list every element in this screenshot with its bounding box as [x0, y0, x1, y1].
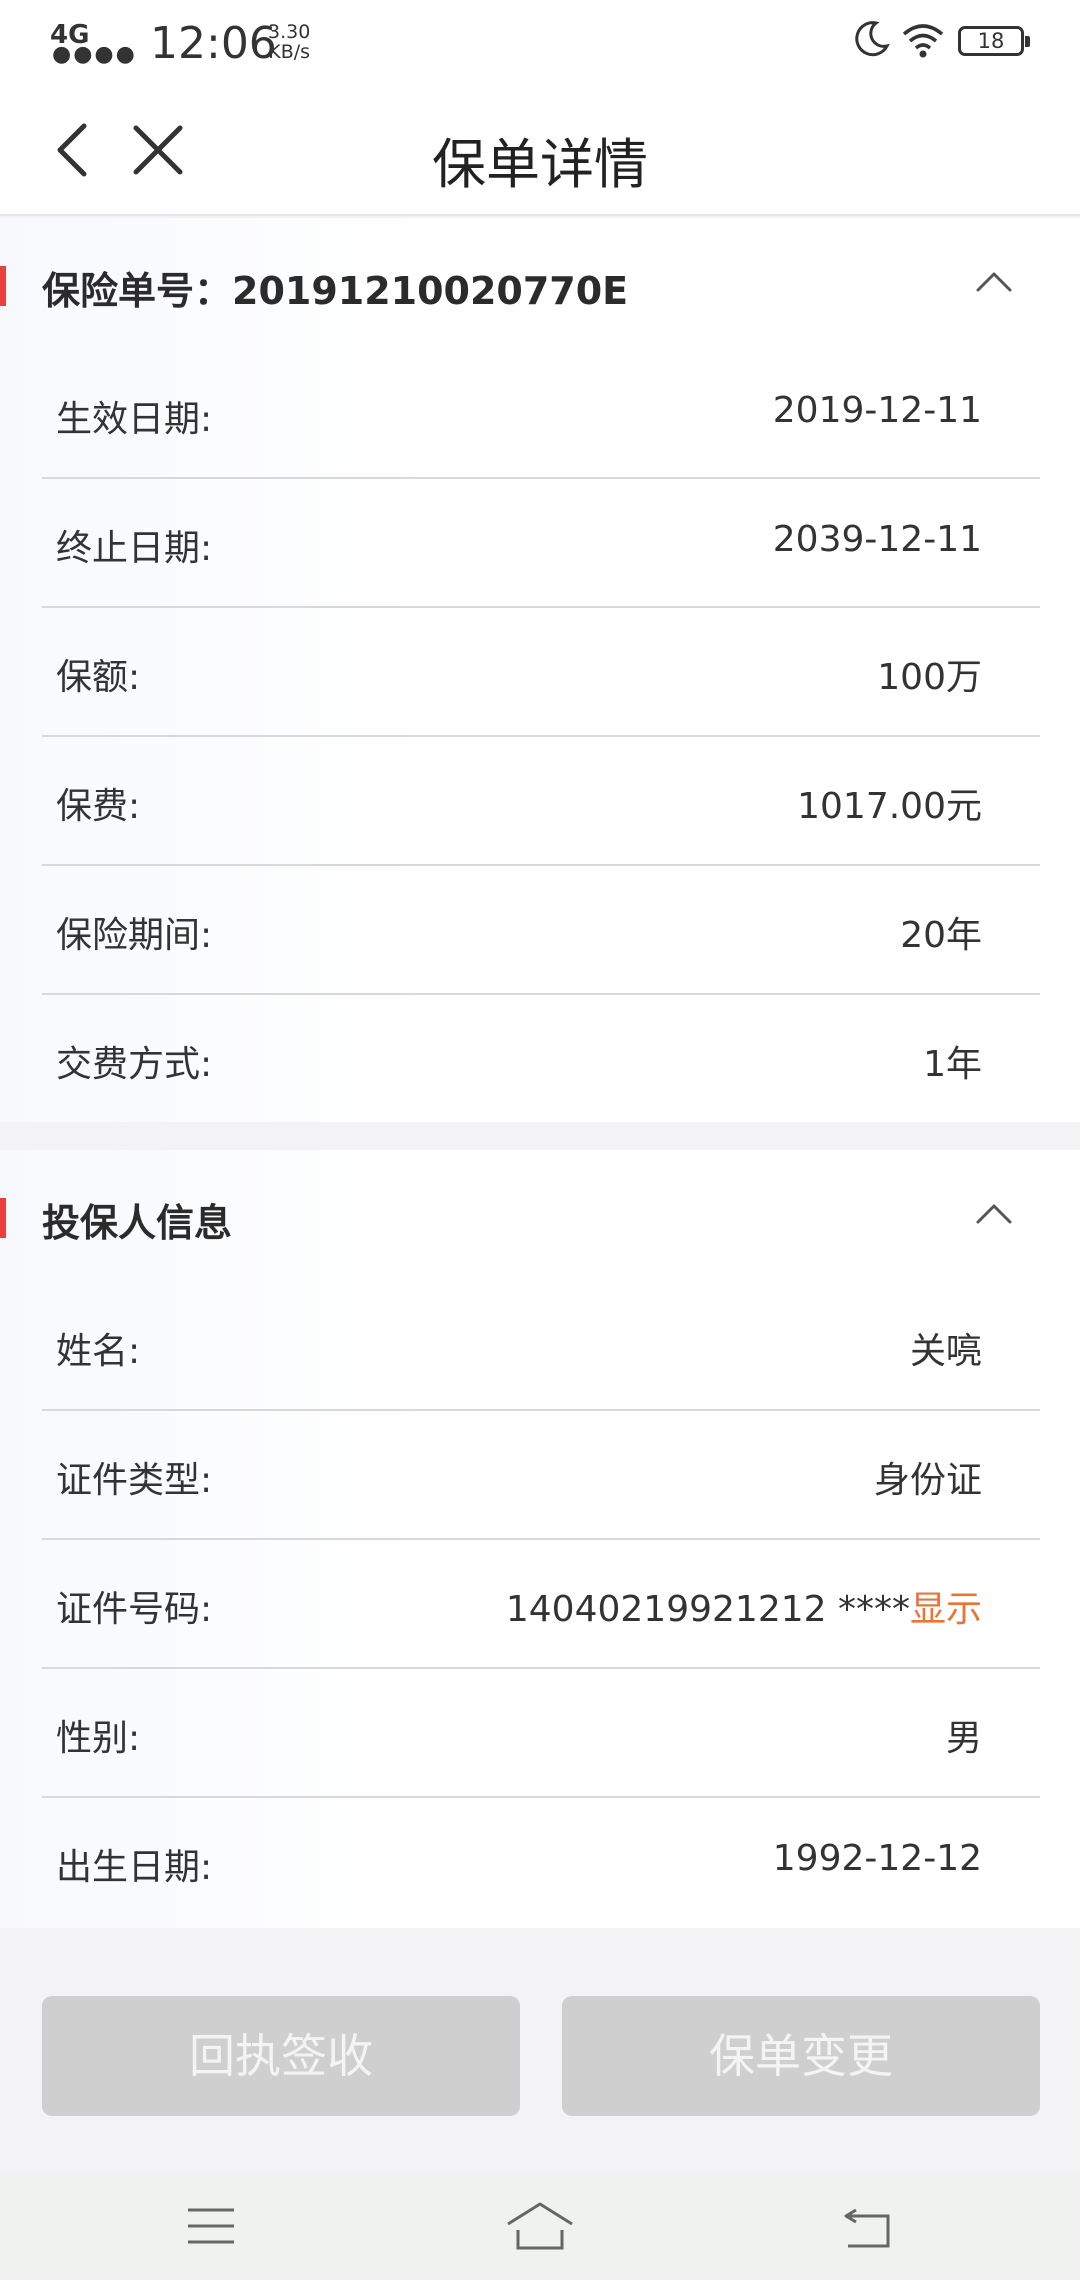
row-label: 证件类型: [56, 1460, 213, 1501]
row-value: 100万 [877, 657, 982, 698]
action-button-bar: 回执签收 保单变更 [0, 1956, 1080, 2168]
policy-number-title: 保险单号：20191210020770E [42, 269, 629, 313]
row-value: 男 [945, 1718, 982, 1759]
row-label: 保额: [56, 657, 141, 698]
home-icon[interactable] [504, 2200, 576, 2252]
row-value: 2039-12-11 [772, 519, 982, 560]
row-gender: 性别: 男 [42, 1669, 1040, 1798]
show-id-link[interactable]: 显示 [910, 1589, 982, 1630]
row-value: 1992-12-12 [772, 1838, 982, 1879]
row-value: 1年 [923, 1044, 982, 1085]
chevron-up-icon[interactable] [972, 262, 1016, 298]
row-end-date: 终止日期: 2039-12-11 [42, 479, 1040, 608]
row-id-type: 证件类型: 身份证 [42, 1411, 1040, 1540]
receipt-sign-button[interactable]: 回执签收 [42, 1996, 520, 2116]
battery-icon: 18 [958, 26, 1030, 56]
row-id-number: 证件号码: 14040219921212 ****显示 [42, 1540, 1040, 1669]
row-insurance-period: 保险期间: 20年 [42, 866, 1040, 995]
row-label: 保险期间: [56, 915, 213, 956]
row-label: 性别: [56, 1718, 141, 1759]
chevron-up-icon[interactable] [972, 1194, 1016, 1230]
row-label: 保费: [56, 786, 141, 827]
network-speed-value: 3.30 [268, 21, 311, 43]
holder-section-title: 投保人信息 [42, 1201, 233, 1245]
clock: 12:06 [150, 18, 277, 69]
row-payment-method: 交费方式: 1年 [42, 995, 1040, 1124]
row-label: 姓名: [56, 1331, 141, 1372]
page-title: 保单详情 [432, 133, 648, 196]
wifi-icon [902, 24, 944, 58]
row-effective-date: 生效日期: 2019-12-11 [42, 350, 1040, 479]
row-coverage-amount: 保额: 100万 [42, 608, 1040, 737]
row-birth-date: 出生日期: 1992-12-12 [42, 1798, 1040, 1927]
row-name: 姓名: 关喨 [42, 1282, 1040, 1411]
navigation-bar: 保单详情 [0, 88, 1080, 216]
policy-section-header[interactable]: 保险单号：20191210020770E [0, 218, 1080, 350]
row-label: 交费方式: [56, 1044, 213, 1085]
section-accent-bar [0, 266, 6, 306]
system-navigation-bar [0, 2172, 1080, 2280]
section-accent-bar [0, 1198, 6, 1238]
status-bar: 4G ●●●● 12:06 3.30 KB/s 18 [0, 0, 1080, 88]
policy-detail-page: 4G ●●●● 12:06 3.30 KB/s 18 保单详情 保险单号：201… [0, 0, 1080, 2280]
holder-info-section: 投保人信息 姓名: 关喨 证件类型: 身份证 证件号码: 14040219921… [0, 1150, 1080, 1928]
row-value-container: 14040219921212 ****显示 [506, 1580, 982, 1632]
network-speed-unit: KB/s [268, 41, 311, 63]
signal-strength-icon: ●●●● [52, 42, 137, 67]
id-number-masked: 14040219921212 **** [505, 1589, 910, 1630]
menu-icon[interactable] [186, 2204, 236, 2248]
row-value: 身份证 [873, 1460, 982, 1501]
policy-info-section: 保险单号：20191210020770E 生效日期: 2019-12-11 终止… [0, 218, 1080, 1122]
policy-change-button[interactable]: 保单变更 [562, 1996, 1040, 2116]
row-label: 证件号码: [56, 1589, 213, 1630]
row-label: 生效日期: [56, 399, 213, 440]
moon-icon [855, 21, 890, 57]
row-value: 20年 [900, 915, 982, 956]
back-icon[interactable] [842, 2204, 894, 2250]
holder-section-header[interactable]: 投保人信息 [0, 1150, 1080, 1282]
row-value: 2019-12-11 [772, 390, 982, 431]
row-value: 1017.00元 [797, 786, 982, 827]
network-speed: 3.30 KB/s [268, 22, 310, 62]
row-label: 终止日期: [56, 528, 213, 569]
row-value: 关喨 [909, 1331, 982, 1372]
row-label: 出生日期: [56, 1847, 213, 1888]
row-premium: 保费: 1017.00元 [42, 737, 1040, 866]
